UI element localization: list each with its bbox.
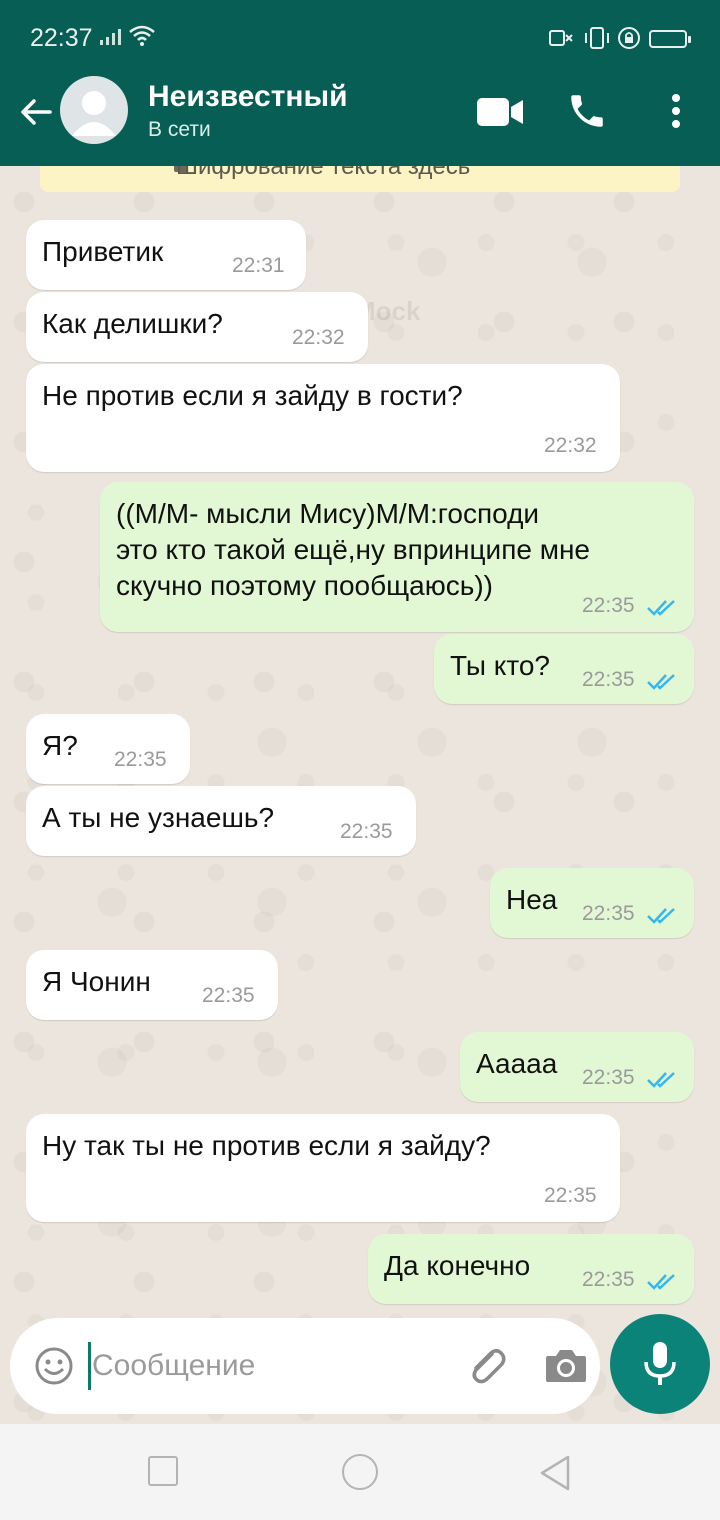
text-caret [88,1342,91,1390]
mic-button[interactable] [610,1314,710,1414]
message-text-line: Я? [42,730,78,761]
wifi-icon [129,25,155,46]
read-ticks-icon [647,1072,675,1088]
outgoing-message[interactable]: Ааааа 22:35 [460,1032,694,1102]
message-text-line: это кто такой ещё,ну впринципе мне [116,534,590,565]
message-text: А ты не узнаешь? [42,800,274,836]
message-text-line: Я Чонин [42,966,151,997]
incoming-message[interactable]: Приветик 22:31 [26,220,306,290]
status-bar: 22:37 [0,0,720,76]
message-time: 22:35 [114,748,167,771]
message-time: 22:35 [582,1066,635,1089]
app-header: 22:37 Неизвестный В сети [0,0,720,166]
message-text: Приветик [42,234,163,270]
incoming-message[interactable]: Я Чонин 22:35 [26,950,278,1020]
incoming-message[interactable]: Как делишки? 22:32 [26,292,368,362]
chat-area[interactable]: Шифрование текста здесь WhatsMock Привет… [0,166,720,1424]
message-text-line: Ты кто? [450,650,550,681]
contact-status: В сети [148,118,211,141]
contact-name[interactable]: Неизвестный [148,80,348,114]
message-text: Да конечно [384,1248,530,1284]
message-text-line: Не против если я зайду в гости? [42,380,463,411]
message-time: 22:35 [582,594,635,617]
message-text-line: ((М/М- мысли Мису)М/М:господи [116,498,540,529]
dnd-vibrate-icon [549,30,573,46]
incoming-message[interactable]: А ты не узнаешь? 22:35 [26,786,416,856]
message-time: 22:35 [202,984,255,1007]
message-text: Ну так ты не против если я зайду? [42,1128,491,1164]
message-text-line: Ааааа [476,1048,558,1079]
outgoing-message[interactable]: Неа 22:35 [490,868,694,938]
read-ticks-icon [647,1274,675,1290]
message-time: 22:35 [582,902,635,925]
attach-icon[interactable] [462,1342,510,1390]
read-ticks-icon [647,908,675,924]
incoming-message[interactable]: Ну так ты не против если я зайду? 22:35 [26,1114,620,1222]
message-time: 22:35 [582,1268,635,1291]
message-text: Как делишки? [42,306,223,342]
back-arrow-icon[interactable] [16,92,56,132]
message-time: 22:32 [292,326,345,349]
status-time: 22:37 [30,24,93,52]
message-text-line: А ты не узнаешь? [42,802,275,833]
message-input[interactable] [92,1340,432,1392]
incoming-message[interactable]: Не против если я зайду в гости? 22:32 [26,364,620,472]
message-composer [10,1318,600,1414]
message-text: Ааааа [476,1046,557,1082]
video-call-icon[interactable] [475,96,525,128]
default-avatar-icon [72,91,116,136]
message-text-line: Приветик [42,236,164,267]
more-options-icon[interactable] [664,92,688,130]
read-ticks-icon [647,674,675,690]
recents-button[interactable] [148,1456,178,1486]
mic-icon [644,1342,676,1385]
encryption-notice-text: Шифрование текста здесь [176,166,471,180]
phone-icon[interactable] [566,90,608,132]
message-text: Неа [506,882,557,918]
message-text-line: Неа [506,884,558,915]
message-text: Ты кто? [450,648,550,684]
cellular-signal-icon [100,29,121,45]
message-text: Не против если я зайду в гости? [42,378,463,414]
back-nav-icon[interactable] [538,1454,572,1492]
message-text: ((М/М- мысли Мису)М/М:господи это кто так… [116,496,590,604]
vibrate-icon [585,27,609,49]
home-button[interactable] [342,1454,378,1490]
encryption-notice[interactable]: Шифрование текста здесь [40,166,680,192]
message-text-line: Ну так ты не против если я зайду? [42,1130,491,1161]
message-time: 22:35 [544,1184,597,1207]
incoming-message[interactable]: Я? 22:35 [26,714,190,784]
lock-rotation-icon [618,27,640,49]
message-time: 22:32 [544,434,597,457]
camera-icon[interactable] [544,1346,588,1384]
message-text-line: Да конечно [384,1250,531,1281]
message-text: Я? [42,728,78,764]
message-time: 22:35 [582,668,635,691]
message-text: Я Чонин [42,964,151,1000]
outgoing-message[interactable]: Да конечно 22:35 [368,1234,694,1304]
avatar[interactable] [60,76,128,144]
emoji-icon[interactable] [34,1346,74,1386]
battery-icon [649,30,691,48]
system-nav-bar [0,1424,720,1520]
read-ticks-icon [647,600,675,616]
outgoing-message[interactable]: ((М/М- мысли Мису)М/М:господи это кто так… [100,482,694,632]
message-text-line: скучно поэтому пообщаюсь)) [116,570,493,601]
outgoing-message[interactable]: Ты кто? 22:35 [434,634,694,704]
message-time: 22:35 [340,820,393,843]
message-text-line: Как делишки? [42,308,223,339]
message-time: 22:31 [232,254,285,277]
